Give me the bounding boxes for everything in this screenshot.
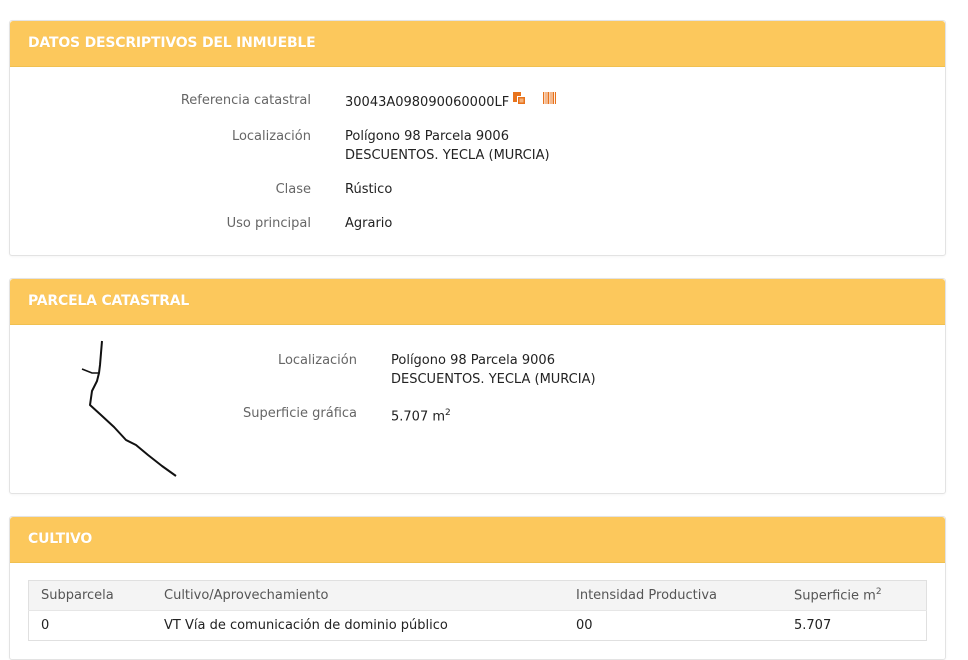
use-label: Uso principal — [226, 216, 311, 231]
parcel-header: PARCELA CATASTRAL — [10, 279, 945, 325]
location-row: Localización Polígono 98 Parcela 9006 DE… — [10, 127, 550, 165]
parcel-location-line1: Polígono 98 Parcela 9006 — [391, 353, 555, 368]
parcel-location-value: Polígono 98 Parcela 9006 DESCUENTOS. YEC… — [391, 351, 596, 389]
location-value: Polígono 98 Parcela 9006 DESCUENTOS. YEC… — [345, 127, 550, 165]
crop-header: CULTIVO — [10, 517, 945, 563]
parcel-area-row: Superficie gráfica 5.707 m2 — [10, 404, 451, 426]
crop-table: Subparcela Cultivo/Aprovechamiento Inten… — [28, 580, 927, 641]
parcel-location-label: Localización — [277, 353, 357, 368]
parcel-location-line2: DESCUENTOS. YECLA (MURCIA) — [391, 372, 596, 387]
copy-icon[interactable] — [512, 91, 526, 110]
col-crop: Cultivo/Aprovechamiento — [152, 580, 564, 611]
table-row: 0 VT Vía de comunicación de dominio públ… — [29, 611, 927, 641]
location-line1: Polígono 98 Parcela 9006 — [345, 129, 509, 144]
parcel-area-unit-sup: 2 — [445, 408, 451, 418]
descriptive-data-header: DATOS DESCRIPTIVOS DEL INMUEBLE — [10, 21, 945, 67]
cell-subparcel: 0 — [41, 618, 50, 633]
cell-crop: VT Vía de comunicación de dominio públic… — [164, 618, 448, 633]
parcel-area-label: Superficie gráfica — [242, 406, 357, 421]
descriptive-data-panel: DATOS DESCRIPTIVOS DEL INMUEBLE Referenc… — [9, 20, 946, 256]
parcel-area-number: 5.707 m — [391, 409, 446, 425]
col-area: Superficie m2 — [782, 580, 927, 611]
location-line2: DESCUENTOS. YECLA (MURCIA) — [345, 148, 550, 163]
class-value: Rústico — [345, 182, 393, 197]
ref-value-wrap: 30043A098090060000LF — [345, 91, 558, 112]
cell-area: 5.707 — [794, 618, 832, 633]
class-row: Clase Rústico — [10, 180, 393, 199]
cell-intensity: 00 — [576, 618, 593, 633]
col-area-text: Superficie m — [794, 588, 876, 604]
class-label: Clase — [275, 182, 311, 197]
ref-label: Referencia catastral — [180, 93, 311, 108]
barcode-icon[interactable] — [542, 91, 558, 110]
parcel-location-row: Localización Polígono 98 Parcela 9006 DE… — [10, 351, 596, 389]
ref-row: Referencia catastral 30043A098090060000L… — [10, 91, 558, 112]
use-value: Agrario — [345, 216, 393, 231]
crop-panel: CULTIVO Subparcela Cultivo/Aprovechamien… — [9, 516, 946, 660]
crop-table-header-row: Subparcela Cultivo/Aprovechamiento Inten… — [28, 580, 927, 611]
parcel-area-value: 5.707 m2 — [391, 404, 451, 426]
ref-value[interactable]: 30043A098090060000LF — [345, 95, 509, 110]
location-label: Localización — [231, 129, 311, 144]
col-subparcel: Subparcela — [28, 580, 152, 611]
col-area-sup: 2 — [875, 587, 882, 598]
use-row: Uso principal Agrario — [10, 214, 393, 233]
parcel-panel: PARCELA CATASTRAL Localización Polígono … — [9, 278, 946, 494]
col-intensity: Intensidad Productiva — [564, 580, 782, 611]
